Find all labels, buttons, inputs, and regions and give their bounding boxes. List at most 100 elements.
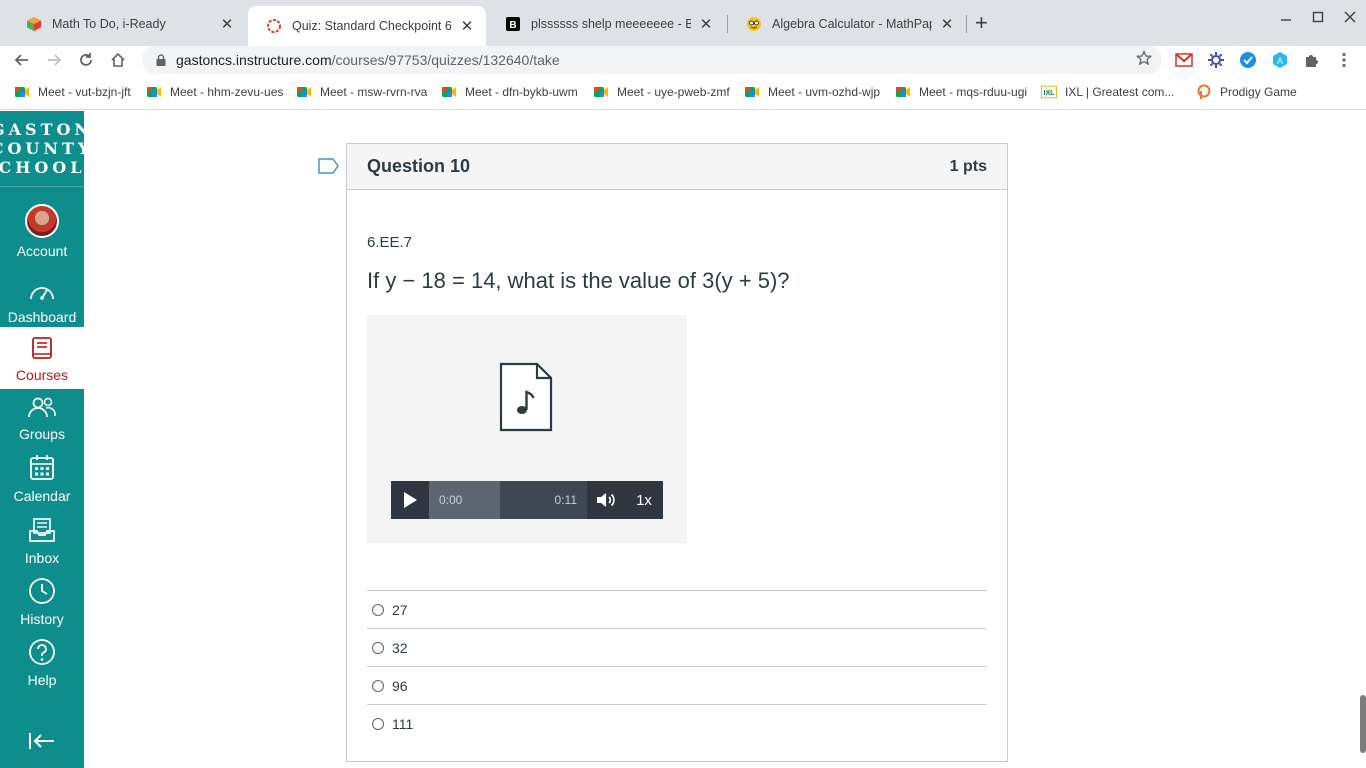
extension-shield-icon[interactable] xyxy=(1239,51,1257,69)
bookmark-label: Meet - vut-bzjn-jft xyxy=(38,85,131,99)
address-bar[interactable]: gastoncs.instructure.com/courses/97753/q… xyxy=(142,46,1162,74)
tab-canvas-quiz[interactable]: Quiz: Standard Checkpoint 6.EE ✕ xyxy=(248,6,486,46)
answer-radio[interactable] xyxy=(372,717,384,730)
audio-file-icon xyxy=(498,362,554,437)
nav-item-history[interactable]: History xyxy=(0,575,84,627)
home-icon[interactable] xyxy=(108,50,128,70)
answer-option[interactable]: 27 xyxy=(367,590,987,628)
nav-item-label: Dashboard xyxy=(7,309,77,325)
nav-item-label: Help xyxy=(27,672,57,688)
tab-title: Quiz: Standard Checkpoint 6.EE xyxy=(292,19,452,33)
close-tab-icon[interactable]: ✕ xyxy=(697,15,715,33)
global-navigation: GASTON COUNTY SCHOOLS Account Dashboard … xyxy=(0,111,97,768)
question-standard: 6.EE.7 xyxy=(367,234,413,251)
answer-label: 32 xyxy=(392,639,408,656)
bookmark-star-icon[interactable] xyxy=(1135,49,1153,71)
groups-icon xyxy=(27,394,57,422)
tab-iready[interactable]: Math To Do, i-Ready ✕ xyxy=(8,8,246,40)
forward-arrow-icon[interactable] xyxy=(44,50,64,70)
bookmark-item[interactable]: Meet - dfn-bykb-uwm xyxy=(441,84,578,100)
courses-icon xyxy=(30,335,54,363)
answer-label: 111 xyxy=(392,715,414,732)
question-title: Question 10 xyxy=(367,156,471,176)
play-icon[interactable] xyxy=(391,481,429,519)
tab-mathpapa[interactable]: Algebra Calculator - MathPapa ✕ xyxy=(728,8,966,40)
answer-radio[interactable] xyxy=(372,679,384,692)
question-header: Question 10 1 pts xyxy=(347,144,1007,190)
logo-line: SCHOOLS xyxy=(0,158,102,177)
bookmark-item[interactable]: Meet - vut-bzjn-jft xyxy=(14,84,131,100)
logo-line: GASTON xyxy=(0,120,94,139)
question-text: If y − 18 = 14, what is the value of 3(y… xyxy=(367,268,790,293)
reload-icon[interactable] xyxy=(76,50,96,70)
iready-cube-icon xyxy=(26,16,42,32)
new-tab-button[interactable]: + xyxy=(975,12,988,34)
lock-icon xyxy=(154,53,168,67)
nav-item-account[interactable]: Account xyxy=(0,203,84,259)
back-arrow-icon[interactable] xyxy=(12,50,32,70)
maximize-icon[interactable] xyxy=(1311,10,1325,29)
audio-progress-bar[interactable]: 0:00 0:11 xyxy=(429,481,587,519)
extension-translate-icon[interactable]: A xyxy=(1271,51,1289,69)
bookmark-label: Meet - uye-pweb-zmf xyxy=(617,85,730,99)
collapse-nav-icon[interactable] xyxy=(28,731,56,757)
extensions-puzzle-icon[interactable] xyxy=(1303,51,1321,69)
dashboard-icon xyxy=(28,277,56,305)
tab-title: Math To Do, i-Ready xyxy=(52,17,166,31)
flag-question-icon[interactable] xyxy=(318,158,340,179)
answer-option[interactable]: 111 xyxy=(367,704,987,742)
inbox-icon xyxy=(28,514,56,546)
answer-label: 27 xyxy=(392,601,408,618)
bookmark-item[interactable]: Meet - uvm-ozhd-wjp xyxy=(744,84,880,100)
nav-item-label: Account xyxy=(16,243,68,259)
bookmark-item[interactable]: Prodigy Game xyxy=(1196,84,1297,100)
svg-text:B: B xyxy=(509,20,516,31)
bookmark-item[interactable]: IXL IXL | Greatest com... xyxy=(1041,84,1174,100)
google-meet-icon xyxy=(296,84,312,100)
tab-title: plssssss shelp meeeeeee - Brainl xyxy=(531,17,691,31)
extension-gear-icon[interactable] xyxy=(1207,51,1225,69)
nav-item-help[interactable]: Help xyxy=(0,636,84,688)
tab-title: Algebra Calculator - MathPapa xyxy=(772,17,932,31)
browser-toolbar: gastoncs.instructure.com/courses/97753/q… xyxy=(0,46,1366,76)
close-tab-icon[interactable]: ✕ xyxy=(938,15,956,33)
answer-option[interactable]: 96 xyxy=(367,666,987,704)
bookmark-item[interactable]: Meet - hhm-zevu-ues xyxy=(146,84,283,100)
chrome-menu-icon[interactable] xyxy=(1335,51,1353,69)
help-icon xyxy=(28,636,56,668)
close-tab-icon[interactable]: ✕ xyxy=(218,15,236,33)
answer-radio[interactable] xyxy=(372,641,384,654)
google-meet-icon xyxy=(593,84,609,100)
close-window-icon[interactable] xyxy=(1343,10,1357,29)
answer-radio[interactable] xyxy=(372,603,384,616)
nav-item-dashboard[interactable]: Dashboard xyxy=(0,277,84,325)
bookmark-label: Prodigy Game xyxy=(1220,85,1297,99)
google-meet-icon xyxy=(146,84,162,100)
gmail-icon[interactable] xyxy=(1175,51,1193,69)
bookmark-item[interactable]: Meet - msw-rvrn-rva xyxy=(296,84,427,100)
minimize-icon[interactable] xyxy=(1279,10,1293,29)
playback-speed-button[interactable]: 1x xyxy=(625,492,663,509)
google-meet-icon xyxy=(14,84,30,100)
bookmark-label: Meet - dfn-bykb-uwm xyxy=(465,85,578,99)
answer-option[interactable]: 32 xyxy=(367,628,987,666)
audio-current-time: 0:00 xyxy=(439,493,463,507)
tab-brainly[interactable]: B plssssss shelp meeeeeee - Brainl ✕ xyxy=(487,8,725,40)
nav-item-calendar[interactable]: Calendar xyxy=(0,452,84,504)
nav-item-label: Courses xyxy=(15,367,69,383)
school-logo[interactable]: GASTON COUNTY SCHOOLS xyxy=(0,111,97,187)
nav-item-groups[interactable]: Groups xyxy=(0,394,84,442)
bookmark-label: IXL | Greatest com... xyxy=(1065,85,1175,99)
bookmark-label: Meet - uvm-ozhd-wjp xyxy=(768,85,881,99)
nav-item-label: Groups xyxy=(19,426,65,442)
page-scrollbar-thumb[interactable] xyxy=(1360,695,1366,753)
bookmark-item[interactable]: Meet - mqs-rduu-ugi xyxy=(895,84,1027,100)
nav-item-courses[interactable]: Courses xyxy=(0,327,84,389)
close-tab-icon[interactable]: ✕ xyxy=(458,17,476,35)
audio-media: 0:00 0:11 1x xyxy=(367,315,687,543)
bookmark-item[interactable]: Meet - uye-pweb-zmf xyxy=(593,84,730,100)
nav-item-label: Calendar xyxy=(13,488,71,504)
volume-icon[interactable] xyxy=(587,481,625,519)
google-meet-icon xyxy=(895,84,911,100)
nav-item-inbox[interactable]: Inbox xyxy=(0,514,84,566)
